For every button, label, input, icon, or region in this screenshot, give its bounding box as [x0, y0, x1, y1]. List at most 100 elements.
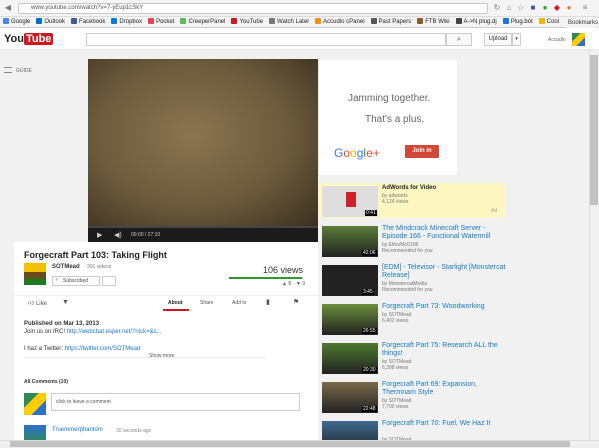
play-icon[interactable]: ▶ [97, 231, 102, 239]
bookmark-label: Watch Later [277, 19, 310, 25]
tab-add-to[interactable]: Add to [232, 300, 246, 306]
publish-date: Published on Mar 13, 2013 [24, 321, 100, 327]
description-line: Join us on IRC! http://webchat.esper.net… [24, 329, 162, 335]
avatar[interactable] [572, 33, 585, 46]
related-video-title[interactable]: The Mindcrack Minecraft Server - Episode… [382, 225, 512, 241]
bookmark-icon [148, 18, 155, 24]
bookmark-icon [269, 18, 276, 24]
upload-button[interactable]: Upload [484, 33, 512, 46]
bookmark-item[interactable]: Google [3, 17, 30, 27]
ad-join-button[interactable]: Join in [405, 145, 439, 158]
bookmark-item[interactable]: Dropbox [111, 17, 142, 27]
bookmark-item[interactable]: CreeperPanel [180, 17, 225, 27]
bookmark-item[interactable]: FTB Wiki [417, 17, 450, 27]
video-title: Forgecraft Part 103: Taking Flight [24, 250, 167, 260]
subscriber-count [102, 276, 116, 286]
comment-input[interactable]: click to leave a comment [51, 393, 300, 411]
bookmark-item[interactable]: Outlook [36, 17, 65, 27]
extension-icon-2[interactable]: ● [540, 3, 550, 13]
tab-about[interactable]: About [168, 300, 182, 306]
youtube-logo[interactable]: You Tube [4, 33, 54, 46]
bookmark-icon [36, 18, 43, 24]
sidebar-ad-label: Ad [491, 208, 498, 214]
show-more-button[interactable]: Show more [149, 353, 174, 359]
bookmark-label: Plug.bot [510, 19, 533, 25]
sidebar-ad-title[interactable]: AdWords for Video [382, 185, 436, 191]
bookmark-item[interactable]: A->N plug.dj [455, 17, 497, 27]
bookmark-item[interactable]: YouTube [231, 17, 263, 27]
player-time: 00:00 / 27:10 [131, 232, 161, 238]
home-icon[interactable]: ⌂ [504, 3, 514, 13]
logo-you: You [4, 33, 24, 45]
bookmark-icon [538, 18, 545, 24]
related-video-duration: 20:30 [362, 367, 377, 373]
like-ratio-bar [229, 277, 302, 279]
show-more-divider [24, 357, 266, 358]
volume-icon[interactable]: ◀) [114, 231, 122, 239]
search-button[interactable]: ⌕ [446, 33, 472, 46]
upload-dropdown-icon[interactable]: ▾ [512, 33, 521, 46]
bookmark-item[interactable]: Watch Later [269, 17, 309, 27]
menu-icon[interactable]: ≡ [580, 3, 590, 13]
related-video-title[interactable]: Forgecraft Part 75: Research ALL the thi… [382, 342, 512, 358]
rss-icon[interactable]: ● [564, 3, 574, 13]
bookmark-icon [417, 18, 424, 24]
bookmark-item[interactable]: Pocket [148, 17, 174, 27]
bookmark-icon [502, 18, 509, 24]
commenter-avatar [24, 393, 46, 415]
related-video-meta: Recommended for you [382, 287, 433, 293]
bookmark-item[interactable]: Past Papers [370, 17, 412, 27]
bookmark-icon [3, 18, 9, 24]
bookmark-icon [180, 18, 187, 24]
search-icon: ⌕ [457, 36, 461, 43]
logo-tube: Tube [23, 33, 54, 45]
bookmark-label: Past Papers [378, 19, 412, 25]
related-video-duration: 26:55 [362, 328, 377, 334]
thumbs-up-icon: ▲ [282, 281, 287, 287]
thumbs-down-icon: ▼ [62, 299, 69, 306]
bookmarks-folder[interactable]: Bookmarks [566, 18, 599, 28]
extension-icon-3[interactable]: ◆ [552, 3, 562, 13]
guide-button[interactable]: GUIDE [4, 67, 32, 74]
tab-share[interactable]: Share [200, 300, 213, 306]
search-input[interactable] [86, 33, 446, 46]
bookmark-item[interactable]: Cool [538, 17, 560, 27]
star-icon[interactable]: ☆ [516, 3, 526, 13]
bookmark-label: Pocket [156, 19, 175, 25]
related-video-title[interactable]: [EDM] - Televisor - Starlight [Monsterca… [382, 264, 512, 280]
flag-icon[interactable]: ⚑ [293, 298, 299, 306]
comments-header: All Comments (10) [24, 379, 68, 385]
comment-author[interactable]: Truemmerphantom [52, 427, 103, 433]
back-icon[interactable]: ◀ [3, 3, 13, 13]
bookmark-item[interactable]: Accudio cPanel [315, 17, 365, 27]
vertical-scroll-thumb[interactable] [590, 55, 598, 205]
related-video-title[interactable]: Forgecraft Part 69: Expansion, Thermnam … [382, 381, 512, 397]
extension-icon[interactable]: ■ [528, 3, 538, 13]
bookmark-item[interactable]: Plug.bot [502, 17, 533, 27]
bookmarks-bar: Google Outlook Facebook Dropbox Pocket Creepe… [0, 17, 599, 28]
bookmark-item[interactable]: Facebook [71, 17, 105, 27]
dislike-button[interactable]: ▼ [62, 299, 69, 306]
ad-headline: Jamming together. [348, 93, 431, 104]
twitter-link[interactable]: https://twitter.com/SOTMead [65, 346, 141, 352]
thumbs-up-icon: 👍︎ [28, 301, 35, 307]
related-video-title[interactable]: Forgecraft Part 73: Woodworking [382, 303, 512, 311]
related-video-duration: 3:45 [362, 289, 374, 295]
account-name[interactable]: Accudio [548, 37, 566, 43]
stats-icon[interactable]: ▮ [266, 298, 270, 306]
bookmark-label: Outlook [44, 19, 66, 25]
related-video-title[interactable]: Forgecraft Part 70: Fuel, We Haz It [382, 420, 512, 428]
bookmark-label: Cool [546, 19, 560, 25]
refresh-icon[interactable]: ↻ [492, 3, 502, 13]
like-count: ▲ 8 [282, 281, 292, 287]
channel-video-count[interactable]: · 391 videos [84, 264, 111, 270]
horizontal-scroll-thumb[interactable] [10, 441, 570, 447]
bookmark-icon [455, 18, 462, 24]
address-bar[interactable]: www.youtube.com/watch?v=7-yEup1cSkY [18, 3, 488, 14]
channel-avatar[interactable] [24, 263, 46, 285]
irc-link[interactable]: http://webchat.esper.net/?nick=&c... [67, 329, 162, 335]
thumbs-down-icon: ▼ [296, 281, 301, 287]
channel-name[interactable]: SOTMead [52, 264, 80, 270]
like-button[interactable]: 👍︎ Like [28, 299, 47, 307]
video-frame[interactable] [88, 59, 318, 227]
